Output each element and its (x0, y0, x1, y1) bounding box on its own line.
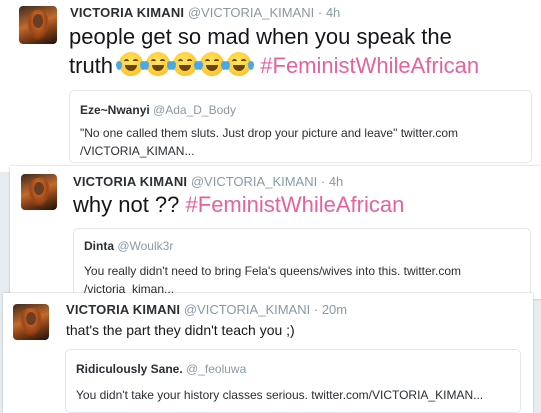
emoji-part (241, 59, 247, 62)
separator-dot: · (317, 5, 323, 20)
tweet-text-body: why not ?? (73, 192, 186, 217)
face-with-tears-of-joy-icon (170, 52, 201, 76)
author-name[interactable]: VICTORIA KIMANI (66, 302, 180, 317)
emoji-part (248, 61, 255, 70)
tweet-text-line1: people get so mad when you speak the (69, 24, 452, 49)
face-with-tears-of-joy-icon (197, 52, 228, 76)
avatar-face (33, 181, 45, 195)
face-with-tears-of-joy-icon (224, 52, 255, 76)
tweet-text-line2: truth #FeministWhileAfrican (69, 51, 479, 80)
emoji-part (143, 61, 150, 70)
author-handle[interactable]: @VICTORIA_KIMANI (191, 174, 317, 189)
emoji-part (187, 59, 193, 62)
quoted-tweet-header: Eze~Nwanyi @Ada_D_Body (80, 103, 236, 117)
quoted-author-name: Eze~Nwanyi (80, 103, 150, 117)
quoted-text-line1: You didn't take your history classes ser… (76, 388, 484, 402)
emoji-part (133, 59, 139, 62)
emoji-part (160, 59, 166, 62)
hashtag-link[interactable]: #FeministWhileAfrican (260, 53, 479, 78)
avatar[interactable] (21, 174, 57, 210)
author-handle[interactable]: @VICTORIA_KIMANI (184, 302, 310, 317)
quoted-tweet-header: Dinta @Woulk3r (84, 239, 173, 253)
quoted-tweet-text: You didn't take your history classes ser… (76, 386, 483, 404)
avatar-face (25, 311, 37, 325)
avatar[interactable] (19, 6, 57, 44)
emoji-group (116, 52, 255, 78)
tweet-text: people get so mad when you speak the tru… (69, 22, 479, 80)
author-handle[interactable]: @VICTORIA_KIMANI (188, 5, 314, 20)
quoted-tweet[interactable]: Dinta @Woulk3r You really didn't need to… (73, 228, 531, 299)
emoji-part (197, 61, 204, 70)
hashtag-link[interactable]: #FeministWhileAfrican (186, 192, 405, 217)
tweet-timestamp[interactable]: 4h (326, 5, 340, 20)
quoted-text-line1: You really didn't need to bring Fela's q… (84, 264, 462, 278)
tweet-card[interactable]: VICTORIA KIMANI @VICTORIA_KIMANI · 4h pe… (0, 0, 541, 172)
quoted-author-handle: @Ada_D_Body (153, 103, 236, 117)
avatar[interactable] (13, 304, 49, 340)
quoted-tweet-text: "No one called them sluts. Just drop you… (80, 124, 458, 160)
author-name[interactable]: VICTORIA KIMANI (73, 174, 187, 189)
emoji-part (116, 61, 123, 70)
face-with-tears-of-joy-icon (143, 52, 174, 76)
separator-dot: · (313, 302, 319, 317)
quoted-author-handle: @Woulk3r (117, 239, 174, 253)
tweet-card[interactable]: VICTORIA KIMANI @VICTORIA_KIMANI · 20m t… (3, 293, 533, 413)
tweet-timestamp[interactable]: 20m (322, 302, 347, 317)
tweet-text-prefix: truth (69, 53, 120, 78)
quoted-author-handle: @_feoluwa (186, 362, 247, 376)
quoted-author-name: Dinta (84, 239, 114, 253)
tweet-header: VICTORIA KIMANI @VICTORIA_KIMANI · 4h (70, 5, 340, 20)
emoji-part (214, 59, 220, 62)
emoji-part (224, 61, 231, 70)
tweet-timestamp[interactable]: 4h (329, 174, 343, 189)
face-with-tears-of-joy-icon (116, 52, 147, 76)
emoji-part (170, 61, 177, 70)
tweet-header: VICTORIA KIMANI @VICTORIA_KIMANI · 20m (66, 302, 347, 317)
quoted-tweet-header: Ridiculously Sane. @_feoluwa (76, 362, 246, 376)
author-name[interactable]: VICTORIA KIMANI (70, 5, 184, 20)
tweet-card[interactable]: VICTORIA KIMANI @VICTORIA_KIMANI · 4h wh… (10, 166, 541, 299)
tweet-text: that's the part they didn't teach you ;) (66, 322, 295, 338)
tweet-text: why not ?? #FeministWhileAfrican (73, 190, 404, 219)
quoted-text-line1: "No one called them sluts. Just drop you… (80, 126, 459, 140)
tweet-header: VICTORIA KIMANI @VICTORIA_KIMANI · 4h (73, 174, 343, 189)
quoted-tweet[interactable]: Ridiculously Sane. @_feoluwa You didn't … (65, 349, 521, 413)
quoted-text-line2: /VICTORIA_KIMAN... (80, 144, 195, 158)
separator-dot: · (320, 174, 326, 189)
quoted-author-name: Ridiculously Sane. (76, 362, 183, 376)
quoted-tweet[interactable]: Eze~Nwanyi @Ada_D_Body "No one called th… (69, 90, 532, 163)
